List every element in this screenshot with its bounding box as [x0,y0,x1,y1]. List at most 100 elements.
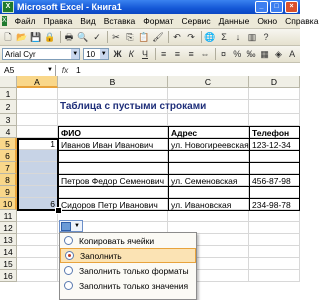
grid-cell[interactable] [249,234,300,246]
row-header[interactable]: 14 [0,246,17,258]
row-header[interactable]: 12 [0,222,17,234]
align-center-icon[interactable]: ≡ [172,48,184,60]
cell-b10[interactable]: Сидоров Петр Иванович [58,198,169,211]
grid-cell[interactable] [249,246,300,258]
grid-cell[interactable] [17,222,58,234]
grid-cell[interactable] [249,210,300,222]
grid-cell[interactable] [249,222,300,234]
permission-icon[interactable]: 🔒 [44,31,56,43]
italic-button[interactable]: К [125,48,137,60]
menu-view[interactable]: Вид [76,16,99,26]
cell-a5[interactable]: 1 [17,138,58,150]
help-icon[interactable]: ? [260,31,272,43]
maximize-button[interactable]: □ [270,1,283,13]
column-header-a[interactable]: A [17,76,58,88]
name-box[interactable]: A5 ▼ [0,64,56,76]
row-header[interactable]: 7 [0,162,17,174]
percent-icon[interactable]: % [231,48,243,60]
cell-d10[interactable]: 234-98-78 [249,198,300,211]
grid-cell[interactable] [58,114,168,126]
row-header[interactable]: 1 [0,88,17,100]
paste-icon[interactable]: 📋 [138,31,150,43]
cut-icon[interactable]: ✂ [110,31,122,43]
open-icon[interactable]: 📂 [16,31,28,43]
grid-cell[interactable] [17,246,58,258]
close-button[interactable]: × [285,1,298,13]
sheet-title-cell[interactable]: Таблица с пустыми строками [58,100,249,114]
cell-a7[interactable] [17,162,58,174]
row-header[interactable]: 5 [0,138,17,150]
font-size-select[interactable]: 10 ▼ [83,48,109,60]
grid-cell[interactable] [58,88,168,100]
grid-cell[interactable] [168,210,249,222]
undo-icon[interactable]: ↶ [171,31,183,43]
grid-cell[interactable] [249,270,300,282]
grid-cell[interactable] [17,100,58,114]
bold-button[interactable]: Ж [112,48,124,60]
grid-cell[interactable] [17,210,58,222]
hyperlink-icon[interactable]: 🌐 [204,31,216,43]
row-header[interactable]: 13 [0,234,17,246]
borders-icon[interactable]: ▦ [259,48,271,60]
cell-a9[interactable] [17,186,58,198]
print-preview-icon[interactable]: 🔍 [77,31,89,43]
column-header-b[interactable]: B [58,76,168,88]
fill-handle[interactable] [55,207,62,214]
align-right-icon[interactable]: ≡ [185,48,197,60]
menu-edit[interactable]: Правка [40,16,77,26]
align-left-icon[interactable]: ≡ [158,48,170,60]
grid-cell[interactable] [17,88,58,100]
radio-fill-formatting-only[interactable] [64,266,73,275]
autofill-options-button[interactable]: ▼ [59,220,83,232]
option-fill-values-only[interactable]: Заполнить только значения [60,278,196,293]
autosum-icon[interactable]: Σ [218,31,230,43]
column-header-c[interactable]: C [168,76,249,88]
row-header[interactable]: 10 [0,198,17,210]
radio-fill-series[interactable] [65,251,74,260]
menu-data[interactable]: Данные [215,16,254,26]
row-header[interactable]: 3 [0,114,17,126]
copy-icon[interactable]: ⎘ [124,31,136,43]
cell-a6[interactable] [17,150,58,162]
grid-cell[interactable] [249,100,300,114]
select-all-corner[interactable] [0,76,17,88]
underline-button[interactable]: Ч [139,48,151,60]
formula-input[interactable]: 1 [74,65,81,75]
row-header[interactable]: 11 [0,210,17,222]
option-copy-cells[interactable]: Копировать ячейки [60,233,196,248]
column-header-d[interactable]: D [249,76,300,88]
save-icon[interactable]: 💾 [30,31,42,43]
currency-icon[interactable]: ¤ [218,48,230,60]
grid-cell[interactable] [168,88,249,100]
print-icon[interactable]: 🖶 [63,31,75,43]
grid-cell[interactable] [249,88,300,100]
minimize-button[interactable]: _ [255,1,268,13]
cell-a8[interactable] [17,174,58,186]
row-header[interactable]: 8 [0,174,17,186]
grid-cell[interactable] [249,258,300,270]
font-color-icon[interactable]: A [286,48,298,60]
grid-cell[interactable] [249,114,300,126]
menu-format[interactable]: Формат [139,16,177,26]
row-header[interactable]: 16 [0,270,17,282]
fx-icon[interactable]: fx [56,65,74,75]
grid-cell[interactable] [17,114,58,126]
option-fill-series[interactable]: Заполнить [60,248,196,263]
radio-copy-cells[interactable] [64,236,73,245]
font-name-select[interactable]: Arial Cyr ▼ [2,48,81,60]
grid-cell[interactable] [168,114,249,126]
grid-cell[interactable] [17,126,58,138]
row-header[interactable]: 9 [0,186,17,198]
menu-window[interactable]: Окно [253,16,281,26]
row-header[interactable]: 4 [0,126,17,138]
option-fill-formatting-only[interactable]: Заполнить только форматы [60,263,196,278]
menu-help[interactable]: Справка [281,16,320,26]
format-painter-icon[interactable]: 🖌 [152,31,164,43]
radio-fill-values-only[interactable] [64,281,73,290]
chart-wizard-icon[interactable]: ▥ [246,31,258,43]
redo-icon[interactable]: ↷ [185,31,197,43]
row-header[interactable]: 2 [0,100,17,114]
grid-cell[interactable] [17,270,58,282]
row-header[interactable]: 15 [0,258,17,270]
row-header[interactable]: 6 [0,150,17,162]
